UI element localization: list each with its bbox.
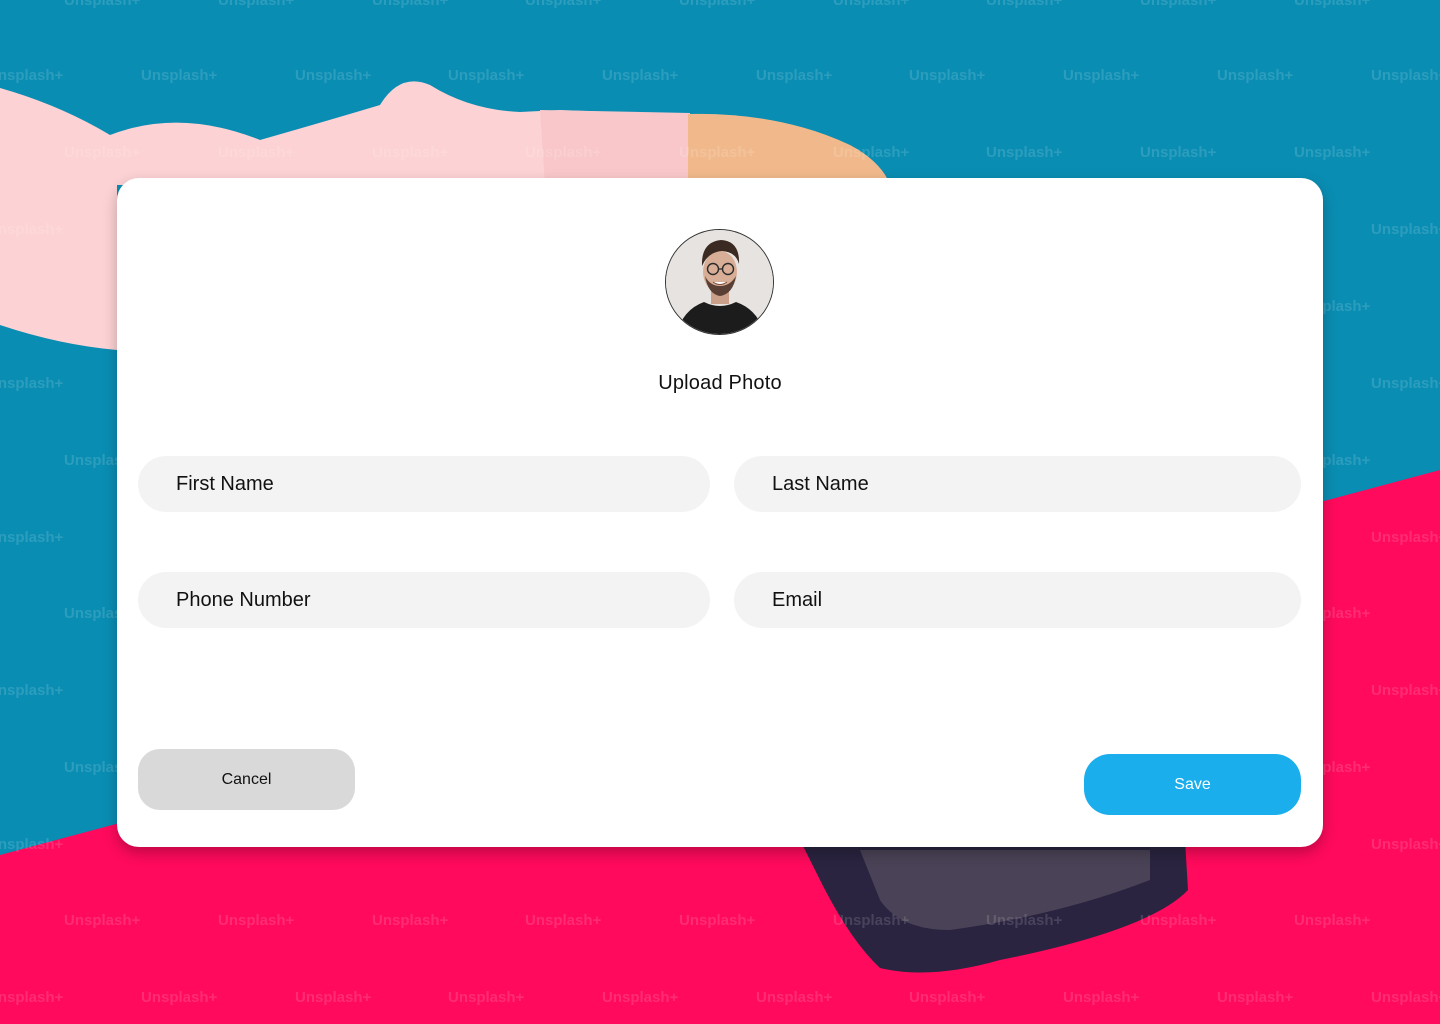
phone-number-field[interactable]: Phone Number [138, 572, 710, 628]
profile-form-card: Upload Photo First Name Last Name Phone … [117, 178, 1323, 847]
avatar-photo [666, 230, 773, 334]
last-name-field[interactable]: Last Name [734, 456, 1301, 512]
first-name-field[interactable]: First Name [138, 456, 710, 512]
upload-photo-label[interactable]: Upload Photo [620, 372, 820, 395]
save-button[interactable]: Save [1084, 754, 1301, 815]
phone-number-placeholder: Phone Number [176, 588, 311, 611]
cancel-button[interactable]: Cancel [138, 749, 355, 810]
avatar-upload[interactable] [665, 229, 774, 335]
email-field[interactable]: Email [734, 572, 1301, 628]
last-name-placeholder: Last Name [772, 472, 869, 495]
email-placeholder: Email [772, 588, 823, 611]
first-name-placeholder: First Name [176, 472, 274, 495]
